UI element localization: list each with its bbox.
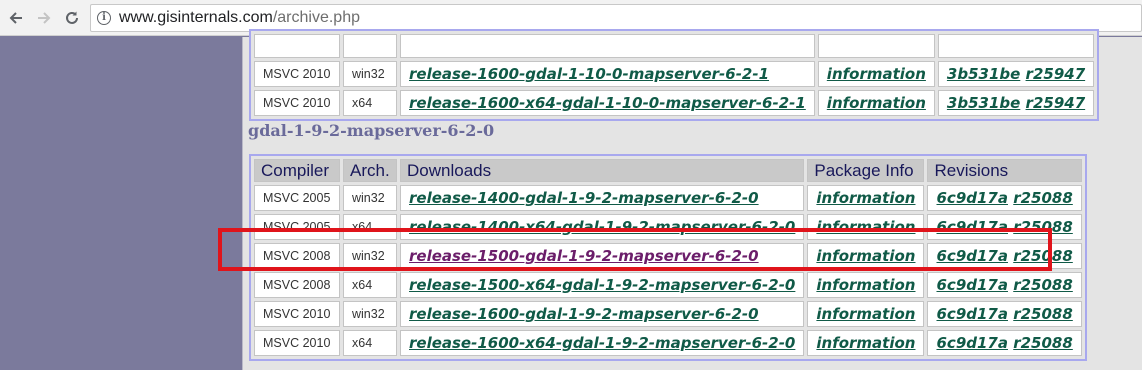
- revision-hash-link[interactable]: 6c9d17a: [936, 189, 1008, 207]
- compiler-cell: MSVC 2005: [254, 185, 340, 211]
- arrow-right-icon: [38, 12, 51, 24]
- column-header-downloads: Downloads: [400, 159, 805, 182]
- info-icon[interactable]: i: [97, 11, 111, 25]
- address-bar[interactable]: i www.gisinternals.com/archive.php: [90, 4, 1142, 32]
- compiler-cell: MSVC 2010: [254, 61, 340, 87]
- table-row: MSVC 2010 x64 release-1600-x64-gdal-1-9-…: [254, 330, 1082, 356]
- revision-hash-link[interactable]: 3b531be: [947, 65, 1020, 83]
- information-link[interactable]: information: [816, 218, 915, 236]
- compiler-cell: MSVC 2008: [254, 243, 340, 269]
- section-title: gdal-1-9-2-mapserver-6-2-0: [248, 121, 495, 140]
- table-row: MSVC 2010 win32 release-1600-gdal-1-10-0…: [254, 61, 1095, 87]
- forward-button[interactable]: [34, 8, 54, 28]
- information-link[interactable]: information: [816, 334, 915, 352]
- revision-number-link[interactable]: r25947: [1026, 94, 1086, 112]
- arch-cell: x64: [343, 330, 397, 356]
- url-host: www.gisinternals.com: [119, 9, 273, 26]
- url-text: www.gisinternals.com/archive.php: [119, 9, 360, 27]
- revision-hash-link[interactable]: 6c9d17a: [936, 218, 1008, 236]
- information-link[interactable]: information: [816, 305, 915, 323]
- downloads-table-gdal-1-10-0: MSVC 2010 win32 release-1600-gdal-1-10-0…: [249, 29, 1100, 121]
- information-link[interactable]: information: [827, 94, 926, 112]
- revision-cell: [937, 34, 1095, 58]
- arch-cell: win32: [343, 243, 397, 269]
- compiler-cell: MSVC 2010: [254, 301, 340, 327]
- table-header-row: Compiler Arch. Downloads Package Info Re…: [254, 159, 1082, 182]
- revision-hash-link[interactable]: 6c9d17a: [936, 247, 1008, 265]
- reload-icon: [66, 11, 78, 24]
- arch-cell: x64: [343, 90, 397, 116]
- page-content: MSVC 2010 win32 release-1600-gdal-1-10-0…: [242, 29, 1142, 370]
- download-link[interactable]: release-1500-x64-gdal-1-9-2-mapserver-6-…: [409, 276, 795, 294]
- table-row-highlighted: MSVC 2008 win32 release-1500-gdal-1-9-2-…: [254, 243, 1082, 269]
- info-cell: [817, 34, 935, 58]
- revision-hash-link[interactable]: 6c9d17a: [936, 305, 1008, 323]
- information-link[interactable]: information: [827, 65, 926, 83]
- downloads-table-gdal-1-9-2: Compiler Arch. Downloads Package Info Re…: [249, 154, 1087, 361]
- arch-cell: win32: [343, 61, 397, 87]
- revision-number-link[interactable]: r25088: [1013, 247, 1073, 265]
- table-row: MSVC 2010 win32 release-1600-gdal-1-9-2-…: [254, 301, 1082, 327]
- revision-hash-link[interactable]: 6c9d17a: [936, 276, 1008, 294]
- information-link[interactable]: information: [816, 189, 915, 207]
- download-link[interactable]: release-1400-gdal-1-9-2-mapserver-6-2-0: [409, 189, 759, 207]
- download-link[interactable]: release-1600-gdal-1-9-2-mapserver-6-2-0: [409, 305, 759, 323]
- download-link[interactable]: release-1600-gdal-1-10-0-mapserver-6-2-1: [409, 65, 769, 83]
- table-row: MSVC 2008 x64 release-1500-x64-gdal-1-9-…: [254, 272, 1082, 298]
- information-link[interactable]: information: [816, 276, 915, 294]
- table-row: MSVC 2010 x64 release-1600-x64-gdal-1-10…: [254, 90, 1095, 116]
- back-button[interactable]: [6, 8, 26, 28]
- column-header-revisions: Revisions: [927, 159, 1082, 182]
- download-link[interactable]: release-1600-x64-gdal-1-10-0-mapserver-6…: [409, 94, 806, 112]
- revision-number-link[interactable]: r25088: [1013, 276, 1073, 294]
- compiler-cell: MSVC 2008: [254, 272, 340, 298]
- table-row: MSVC 2005 x64 release-1400-x64-gdal-1-9-…: [254, 214, 1082, 240]
- download-link[interactable]: release-1600-x64-gdal-1-9-2-mapserver-6-…: [409, 334, 795, 352]
- column-header-compiler: Compiler: [254, 159, 340, 182]
- revision-hash-link[interactable]: 3b531be: [947, 94, 1020, 112]
- column-header-arch: Arch.: [343, 159, 397, 182]
- revision-number-link[interactable]: r25088: [1013, 189, 1073, 207]
- table-row: [254, 34, 1095, 58]
- reload-button[interactable]: [62, 8, 82, 28]
- column-header-package-info: Package Info: [807, 159, 925, 182]
- url-path: /archive.php: [272, 9, 360, 26]
- arch-cell: win32: [343, 301, 397, 327]
- compiler-cell: MSVC 2010: [254, 330, 340, 356]
- revision-hash-link[interactable]: 6c9d17a: [936, 334, 1008, 352]
- compiler-cell: MSVC 2010: [254, 90, 340, 116]
- compiler-cell: [254, 34, 340, 58]
- table-row: MSVC 2005 win32 release-1400-gdal-1-9-2-…: [254, 185, 1082, 211]
- download-cell: [400, 34, 815, 58]
- arrow-left-icon: [9, 12, 22, 24]
- revision-number-link[interactable]: r25088: [1013, 334, 1073, 352]
- revision-number-link[interactable]: r25088: [1013, 305, 1073, 323]
- arch-cell: win32: [343, 185, 397, 211]
- information-link[interactable]: information: [816, 247, 915, 265]
- compiler-cell: MSVC 2005: [254, 214, 340, 240]
- arch-cell: x64: [343, 214, 397, 240]
- revision-number-link[interactable]: r25088: [1013, 218, 1073, 236]
- revision-number-link[interactable]: r25947: [1026, 65, 1086, 83]
- arch-cell: [343, 34, 397, 58]
- download-link[interactable]: release-1500-gdal-1-9-2-mapserver-6-2-0: [409, 247, 759, 265]
- download-link[interactable]: release-1400-x64-gdal-1-9-2-mapserver-6-…: [409, 218, 795, 236]
- arch-cell: x64: [343, 272, 397, 298]
